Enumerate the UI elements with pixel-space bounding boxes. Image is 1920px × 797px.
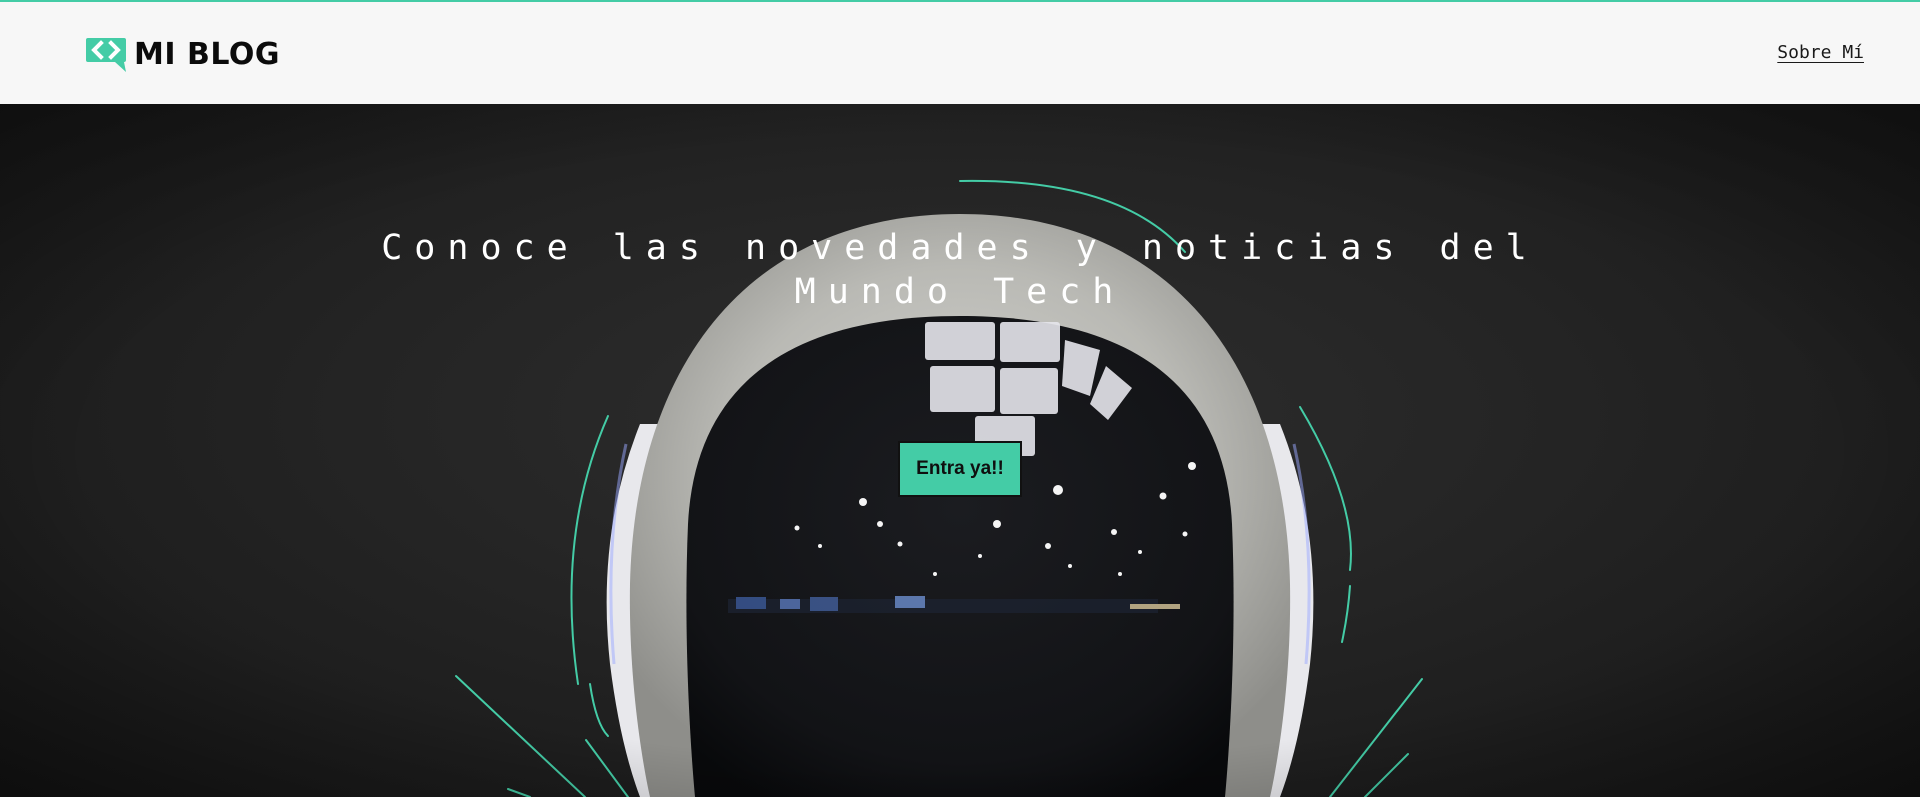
- enter-now-button[interactable]: Entra ya!!: [898, 441, 1022, 497]
- brand-name: MI BLOG: [134, 37, 280, 72]
- hero-title: Conoce las novedades y noticias del Mund…: [381, 228, 1539, 312]
- brand-logo[interactable]: MI BLOG: [84, 36, 280, 74]
- site-header: MI BLOG Sobre Mí: [0, 2, 1920, 104]
- nav-about-link[interactable]: Sobre Mí: [1777, 42, 1864, 63]
- code-chat-bubble-icon: [86, 38, 126, 72]
- hero-section: Conoce las novedades y noticias del Mund…: [0, 104, 1920, 797]
